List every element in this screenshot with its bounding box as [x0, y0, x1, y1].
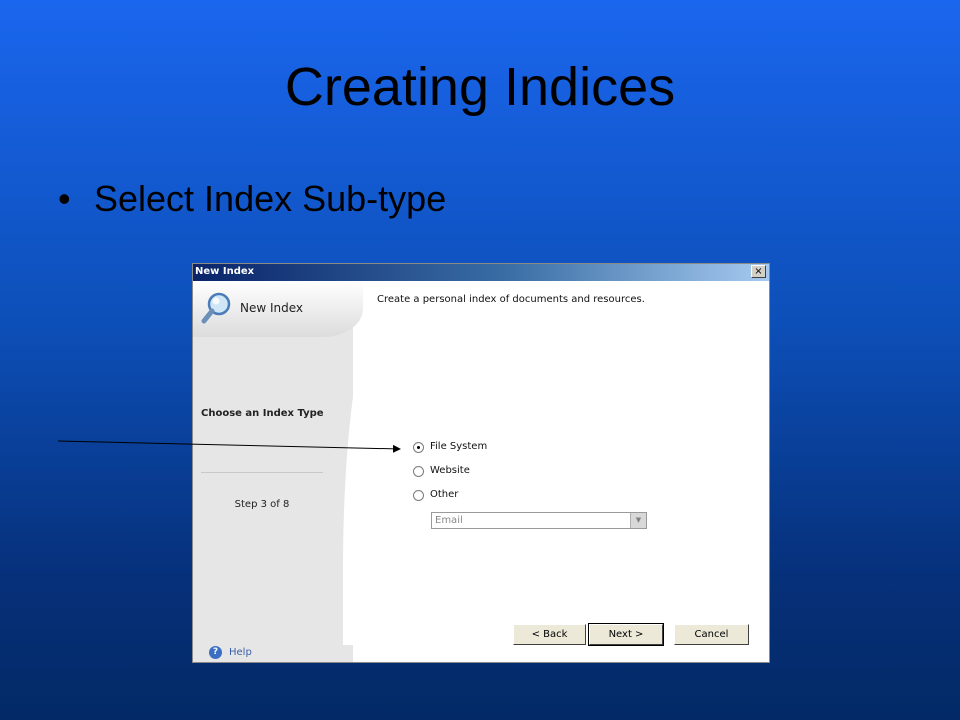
wizard-header-label: New Index	[240, 301, 304, 315]
back-button[interactable]: < Back	[513, 624, 586, 645]
resize-grip[interactable]	[559, 662, 575, 665]
magnifier-icon	[201, 291, 233, 329]
radio-label: Other	[430, 489, 459, 500]
dialog-titlebar[interactable]: New Index ×	[193, 264, 769, 281]
help-icon[interactable]: ?	[209, 646, 222, 659]
step-title: Choose an Index Type	[201, 408, 324, 419]
radio-label: File System	[430, 441, 488, 452]
radio-button-checked[interactable]	[413, 442, 424, 453]
step-counter: Step 3 of 8	[234, 499, 290, 510]
wizard-sidebar: New Index Choose an Index Type Step 3 of…	[193, 281, 363, 662]
select-value: Email	[435, 515, 463, 526]
wizard-description: Create a personal index of documents and…	[377, 294, 645, 305]
new-index-dialog: New Index × New Index Choose an Index Ty…	[192, 263, 770, 663]
radio-button[interactable]	[413, 466, 424, 477]
slide-title: Creating Indices	[284, 57, 676, 117]
radio-label: Website	[430, 465, 470, 476]
chevron-down-icon[interactable]: ▼	[630, 513, 646, 528]
radio-button[interactable]	[413, 490, 424, 501]
bullet-item: • Select Index Sub-type	[58, 178, 446, 220]
wizard-header: New Index	[193, 281, 363, 337]
bullet-dot: •	[58, 178, 71, 219]
dialog-title: New Index	[195, 266, 255, 277]
other-type-select[interactable]: Email ▼	[431, 512, 647, 529]
cancel-button[interactable]: Cancel	[674, 624, 749, 645]
next-button[interactable]: Next >	[588, 623, 664, 646]
help-link[interactable]: Help	[229, 647, 252, 658]
sidebar-divider	[201, 472, 323, 473]
close-button[interactable]: ×	[751, 265, 766, 278]
bullet-text: Select Index Sub-type	[94, 178, 447, 219]
